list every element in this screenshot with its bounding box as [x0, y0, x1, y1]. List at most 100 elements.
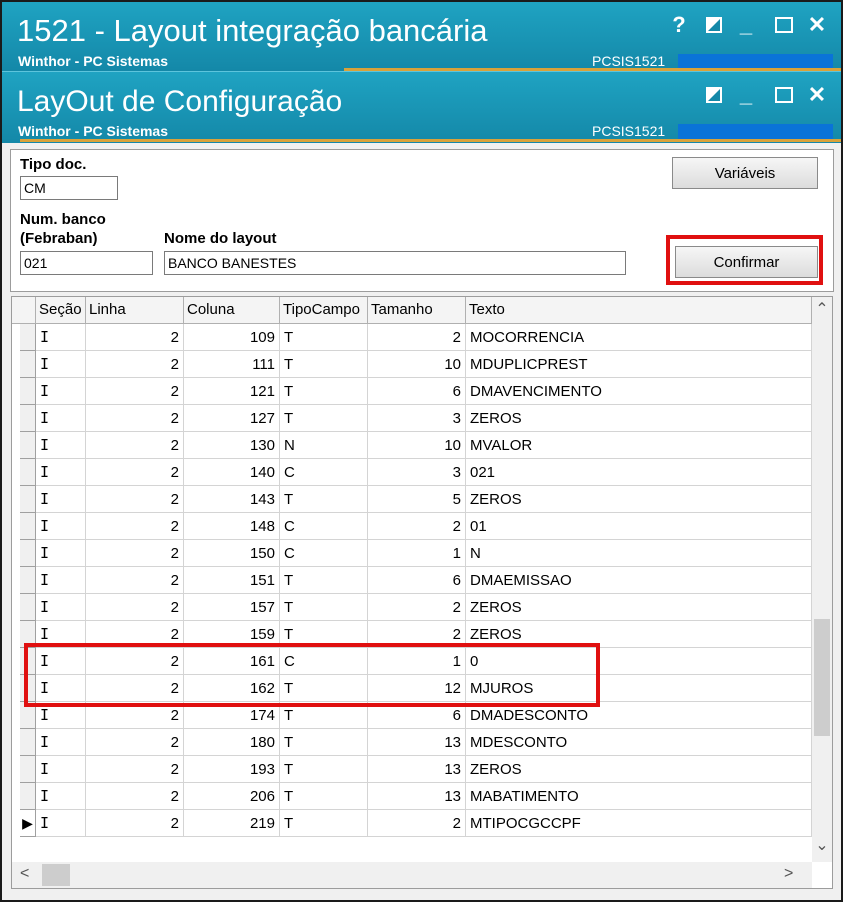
- cell-coluna[interactable]: 140: [184, 459, 280, 486]
- table-row[interactable]: I 2 111 T 10 MDUPLICPREST: [12, 351, 812, 378]
- row-indicator[interactable]: [20, 729, 36, 756]
- cell-tipocampo[interactable]: T: [280, 594, 368, 621]
- cell-linha[interactable]: 2: [86, 324, 184, 351]
- table-row[interactable]: I 2 150 C 1 N: [12, 540, 812, 567]
- cell-tipocampo[interactable]: C: [280, 540, 368, 567]
- cell-texto[interactable]: MABATIMENTO: [466, 783, 812, 810]
- cell-linha[interactable]: 2: [86, 567, 184, 594]
- cell-texto[interactable]: ZEROS: [466, 594, 812, 621]
- scroll-up-icon[interactable]: ⌃: [814, 299, 830, 323]
- inner-minimize-icon[interactable]: _: [733, 82, 759, 108]
- layout-grid[interactable]: Seção Linha Coluna TipoCampo Tamanho Tex…: [11, 296, 833, 889]
- cell-secao[interactable]: I: [36, 567, 86, 594]
- row-indicator[interactable]: [20, 432, 36, 459]
- cell-tipocampo[interactable]: T: [280, 783, 368, 810]
- cell-secao[interactable]: I: [36, 513, 86, 540]
- cell-secao[interactable]: I: [36, 378, 86, 405]
- close-icon[interactable]: ✕: [804, 12, 830, 38]
- table-row[interactable]: I 2 121 T 6 DMAVENCIMENTO: [12, 378, 812, 405]
- vertical-scroll-thumb[interactable]: [814, 619, 830, 736]
- cell-texto[interactable]: DMAVENCIMENTO: [466, 378, 812, 405]
- cell-linha[interactable]: 2: [86, 405, 184, 432]
- table-row[interactable]: ▶ I 2 219 T 2 MTIPOCGCCPF: [12, 810, 812, 837]
- cell-linha[interactable]: 2: [86, 540, 184, 567]
- table-row[interactable]: I 2 148 C 2 01: [12, 513, 812, 540]
- cell-coluna[interactable]: 111: [184, 351, 280, 378]
- cell-tamanho[interactable]: 13: [368, 756, 466, 783]
- cell-secao[interactable]: I: [36, 729, 86, 756]
- cell-linha[interactable]: 2: [86, 756, 184, 783]
- inner-maximize-icon[interactable]: [771, 82, 797, 108]
- cell-texto[interactable]: MOCORRENCIA: [466, 324, 812, 351]
- table-row[interactable]: I 2 109 T 2 MOCORRENCIA: [12, 324, 812, 351]
- vertical-scrollbar[interactable]: ⌃ ⌄: [812, 297, 832, 862]
- restore-theme-icon[interactable]: [701, 12, 727, 38]
- maximize-icon[interactable]: [771, 12, 797, 38]
- inner-close-icon[interactable]: ✕: [804, 82, 830, 108]
- cell-linha[interactable]: 2: [86, 459, 184, 486]
- row-indicator[interactable]: [20, 756, 36, 783]
- cell-tipocampo[interactable]: C: [280, 513, 368, 540]
- row-indicator[interactable]: [20, 351, 36, 378]
- cell-coluna[interactable]: 219: [184, 810, 280, 837]
- cell-tipocampo[interactable]: T: [280, 378, 368, 405]
- header-linha[interactable]: Linha: [86, 297, 184, 323]
- cell-linha[interactable]: 2: [86, 351, 184, 378]
- cell-tamanho[interactable]: 13: [368, 729, 466, 756]
- row-indicator[interactable]: ▶: [20, 810, 36, 837]
- cell-linha[interactable]: 2: [86, 729, 184, 756]
- cell-texto[interactable]: ZEROS: [466, 405, 812, 432]
- cell-coluna[interactable]: 121: [184, 378, 280, 405]
- row-indicator[interactable]: [20, 459, 36, 486]
- tipo-doc-input[interactable]: [20, 176, 118, 200]
- cell-secao[interactable]: I: [36, 351, 86, 378]
- table-row[interactable]: I 2 157 T 2 ZEROS: [12, 594, 812, 621]
- inner-restore-theme-icon[interactable]: [701, 82, 727, 108]
- scroll-right-icon[interactable]: >: [784, 865, 798, 883]
- cell-linha[interactable]: 2: [86, 432, 184, 459]
- table-row[interactable]: I 2 130 N 10 MVALOR: [12, 432, 812, 459]
- cell-secao[interactable]: I: [36, 756, 86, 783]
- cell-texto[interactable]: ZEROS: [466, 756, 812, 783]
- cell-texto[interactable]: MTIPOCGCCPF: [466, 810, 812, 837]
- cell-tamanho[interactable]: 2: [368, 513, 466, 540]
- cell-tipocampo[interactable]: C: [280, 459, 368, 486]
- cell-coluna[interactable]: 157: [184, 594, 280, 621]
- cell-tipocampo[interactable]: T: [280, 756, 368, 783]
- row-indicator[interactable]: [20, 783, 36, 810]
- cell-coluna[interactable]: 151: [184, 567, 280, 594]
- minimize-icon[interactable]: _: [733, 12, 759, 38]
- header-tipocampo[interactable]: TipoCampo: [280, 297, 368, 323]
- cell-coluna[interactable]: 206: [184, 783, 280, 810]
- row-indicator[interactable]: [20, 324, 36, 351]
- help-icon[interactable]: ?: [666, 12, 692, 38]
- outer-title-bar[interactable]: 1521 - Layout integração bancária Wintho…: [2, 2, 841, 71]
- cell-texto[interactable]: 01: [466, 513, 812, 540]
- cell-secao[interactable]: I: [36, 459, 86, 486]
- cell-coluna[interactable]: 150: [184, 540, 280, 567]
- cell-tipocampo[interactable]: T: [280, 810, 368, 837]
- cell-linha[interactable]: 2: [86, 810, 184, 837]
- cell-coluna[interactable]: 143: [184, 486, 280, 513]
- cell-texto[interactable]: N: [466, 540, 812, 567]
- cell-linha[interactable]: 2: [86, 513, 184, 540]
- cell-tipocampo[interactable]: T: [280, 486, 368, 513]
- scroll-left-icon[interactable]: <: [20, 865, 34, 883]
- scroll-down-icon[interactable]: ⌄: [814, 835, 830, 859]
- table-row[interactable]: I 2 206 T 13 MABATIMENTO: [12, 783, 812, 810]
- cell-tamanho[interactable]: 5: [368, 486, 466, 513]
- cell-tamanho[interactable]: 13: [368, 783, 466, 810]
- row-indicator[interactable]: [20, 486, 36, 513]
- cell-secao[interactable]: I: [36, 783, 86, 810]
- cell-tipocampo[interactable]: T: [280, 729, 368, 756]
- table-row[interactable]: I 2 127 T 3 ZEROS: [12, 405, 812, 432]
- inner-title-bar[interactable]: LayOut de Configuração Winthor - PC Sist…: [2, 71, 841, 143]
- header-tamanho[interactable]: Tamanho: [368, 297, 466, 323]
- cell-linha[interactable]: 2: [86, 594, 184, 621]
- cell-tipocampo[interactable]: T: [280, 351, 368, 378]
- header-coluna[interactable]: Coluna: [184, 297, 280, 323]
- horizontal-scrollbar[interactable]: < >: [12, 862, 812, 888]
- cell-tamanho[interactable]: 3: [368, 405, 466, 432]
- cell-secao[interactable]: I: [36, 540, 86, 567]
- cell-tamanho[interactable]: 3: [368, 459, 466, 486]
